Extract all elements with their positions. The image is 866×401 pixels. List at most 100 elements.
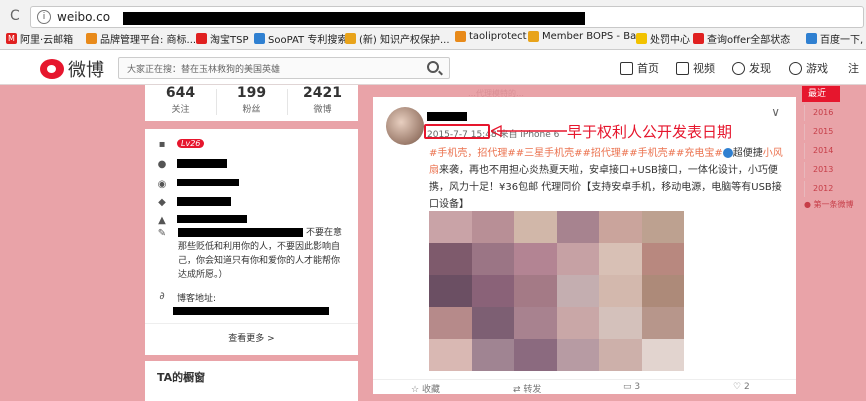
bookmark-icon: [86, 33, 97, 44]
timeline-first-post[interactable]: ● 第一条微博: [802, 199, 866, 210]
bookmark-item[interactable]: 处罚中心: [636, 31, 690, 46]
repost-button[interactable]: ⇄ 转发: [513, 382, 541, 395]
mosaic-tile: [556, 307, 599, 339]
mosaic-tile: [471, 275, 514, 307]
flag-icon: ▪: [158, 139, 166, 150]
mosaic-tile: [641, 275, 684, 307]
bookmark-icon: [345, 33, 356, 44]
annotation-text: 早于权利人公开发表日期: [567, 123, 733, 141]
avatar[interactable]: [386, 107, 424, 145]
divider: [145, 323, 358, 324]
chevron-down-icon[interactable]: ∨: [771, 105, 780, 119]
bookmark-icon: [693, 33, 704, 44]
bookmarks-bar: M 阿里·云邮箱 品牌管理平台: 商标... 淘宝TSP SooPAT 专利搜索 …: [0, 30, 866, 48]
edit-icon: ✎: [157, 228, 167, 239]
timeline-year-2013[interactable]: 2013: [804, 162, 866, 178]
address-bar[interactable]: i weibo.co: [30, 6, 864, 28]
mosaic-tile: [641, 339, 684, 371]
post-tags[interactable]: #手机壳，招代理##三星手机壳##招代理##手机壳##充电宝#: [429, 148, 723, 159]
mosaic-tile: [514, 307, 557, 339]
bookmark-icon: [528, 31, 539, 42]
user-icon: ●: [157, 159, 167, 170]
favorite-button[interactable]: ☆ 收藏: [411, 382, 440, 395]
bookmark-item[interactable]: SooPAT 专利搜索: [254, 31, 347, 46]
bookmark-item[interactable]: 品牌管理平台: 商标...: [86, 31, 196, 46]
mosaic-tile: [471, 339, 514, 371]
post-card: 2015-7-7 15:48 来自 iPhone 6 早于权利人公开发表日期 ∨…: [373, 97, 796, 395]
mosaic-tile: [429, 275, 472, 307]
weibo-logo[interactable]: 微博: [40, 56, 104, 82]
search-input[interactable]: 大家正在搜：替在玉林救狗的美国英雄: [118, 57, 450, 79]
info-row: ▲: [157, 215, 247, 226]
bookmark-item[interactable]: (新) 知识产权保护...: [345, 31, 450, 46]
timeline-year-2014[interactable]: 2014: [804, 143, 866, 159]
mosaic-tile: [556, 339, 599, 371]
nav-discover[interactable]: 发现: [732, 60, 771, 76]
timeline-year-2012[interactable]: 2012: [804, 181, 866, 197]
post-actions: ☆ 收藏 ⇄ 转发 ▭ 3 ♡ 2: [373, 379, 796, 395]
mosaic-tile: [641, 211, 684, 243]
level-badge[interactable]: Lv26: [177, 139, 205, 148]
timeline-year-2015[interactable]: 2015: [804, 124, 866, 140]
redacted-url: [123, 12, 585, 25]
see-more-link[interactable]: 查看更多 >: [145, 331, 358, 344]
nav-home[interactable]: 首页: [620, 60, 659, 76]
address-row: C i weibo.co: [0, 6, 866, 28]
redacted-text: [177, 215, 247, 223]
mosaic-tile: [556, 243, 599, 275]
mosaic-tile: [556, 211, 599, 243]
info-row: ◆: [157, 197, 231, 208]
bookmark-icon: [254, 33, 265, 44]
search-icon[interactable]: [427, 61, 439, 73]
weibo-logo-icon: [40, 59, 64, 79]
nav-game[interactable]: 游戏: [789, 60, 828, 76]
home-icon: [620, 61, 633, 75]
signature-text: 不要在意那些贬低和利用你的人，不要因此影响自己，你会知道只有你和爱你的人才能帮你…: [178, 228, 343, 280]
mosaic-tile: [556, 275, 599, 307]
mosaic-tile: [641, 243, 684, 275]
bookmark-item[interactable]: Member BOPS - Ba...: [528, 31, 646, 42]
post-image-pixelated[interactable]: [429, 211, 684, 371]
weibo-top-nav: 微博 大家正在搜：替在玉林救狗的美国英雄 首页 视频 发现 游戏 注: [0, 50, 866, 85]
redacted-text: [177, 179, 239, 186]
mosaic-tile: [429, 339, 472, 371]
redacted-text: [177, 197, 231, 206]
stat-followers[interactable]: 199 粉丝: [216, 85, 287, 115]
annotation-arrow-icon: [491, 124, 567, 138]
bookmark-icon: [806, 33, 817, 44]
bookmark-icon: [455, 31, 466, 42]
timeline-latest[interactable]: 最近: [802, 86, 840, 102]
bookmark-item[interactable]: 百度一下,: [806, 31, 863, 46]
timeline-year-2016[interactable]: 2016: [804, 105, 866, 121]
annotation-highlight-box: [424, 124, 490, 139]
stat-posts[interactable]: 2421 微博: [287, 85, 358, 115]
bookmark-item[interactable]: taoliprotect: [455, 31, 527, 42]
redacted-username[interactable]: [427, 112, 467, 121]
redacted-blog-url[interactable]: [173, 307, 329, 315]
mosaic-tile: [429, 307, 472, 339]
nav-video[interactable]: 视频: [676, 60, 715, 76]
bookmark-item[interactable]: M 阿里·云邮箱: [6, 31, 73, 46]
showcase-card: TA的橱窗: [145, 361, 358, 401]
mosaic-tile: [641, 307, 684, 339]
reload-icon[interactable]: C: [10, 8, 20, 24]
location-icon: ◉: [157, 179, 167, 190]
mosaic-tile: [514, 275, 557, 307]
school-icon: ▲: [158, 215, 166, 226]
level-row: ▪ Lv26: [157, 139, 205, 150]
video-icon: [676, 61, 689, 75]
stat-following[interactable]: 644 关注: [145, 85, 216, 115]
like-button[interactable]: ♡ 2: [733, 382, 750, 392]
comment-button[interactable]: ▭ 3: [623, 382, 640, 392]
mosaic-tile: [599, 275, 642, 307]
info-icon[interactable]: i: [37, 10, 51, 24]
browser-chrome: C i weibo.co M 阿里·云邮箱 品牌管理平台: 商标... 淘宝TSP…: [0, 0, 866, 50]
mosaic-tile: [471, 243, 514, 275]
bookmark-item[interactable]: 查询offer全部状态: [693, 31, 790, 46]
gift-icon: ◆: [158, 197, 166, 208]
nav-more[interactable]: 注: [848, 60, 859, 76]
mosaic-tile: [514, 243, 557, 275]
bookmark-icon: [196, 33, 207, 44]
post-body: 来袭，再也不用担心炎热夏天啦，安卓接口+USB接口，一体化设计，小巧便携，风力十…: [429, 165, 782, 210]
bookmark-item[interactable]: 淘宝TSP: [196, 31, 249, 46]
